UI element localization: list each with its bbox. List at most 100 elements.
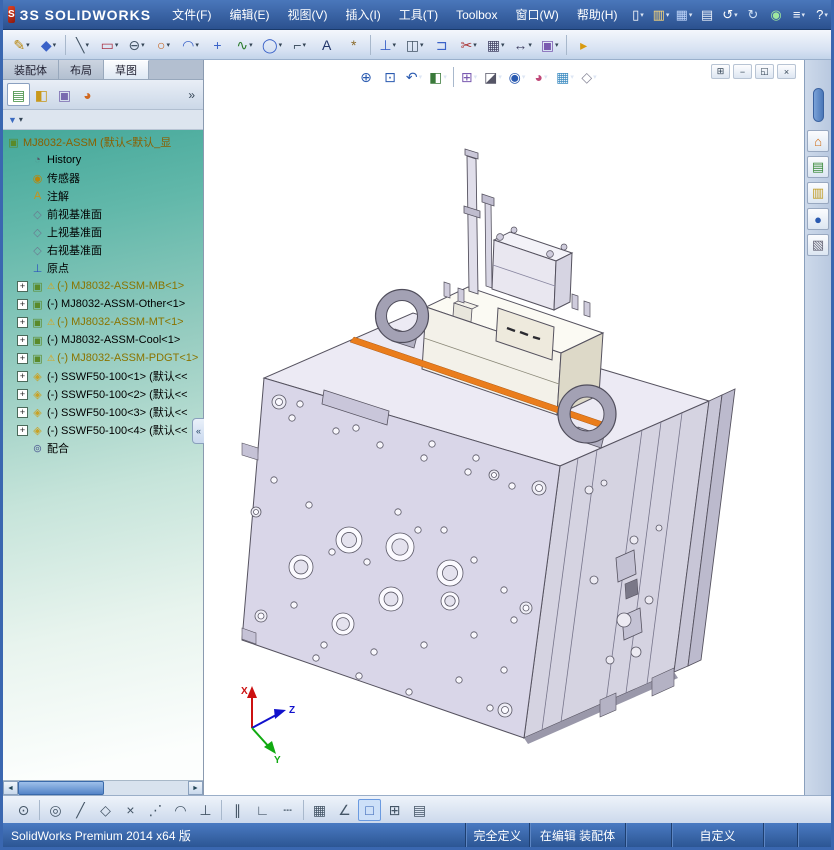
snap-intersection[interactable]: × [119, 799, 142, 821]
tree-item[interactable]: + ▣ (-) MJ8032-ASSM-Cool<1> [3, 331, 203, 349]
smart-dimension-tool[interactable]: ◆ ▾ [36, 33, 61, 57]
trim-entities-tool[interactable]: ✂ ▾ [456, 33, 481, 57]
edit-appearance-button[interactable]: ◕ ▾ [529, 66, 553, 88]
task-pane-handle[interactable] [813, 88, 824, 122]
fillet-tool[interactable]: ⌐ ▾ [287, 33, 312, 57]
expand-icon[interactable]: + [17, 280, 28, 292]
redo-button[interactable]: ↻ [741, 4, 764, 26]
move-entities-tool[interactable]: ↔ ▾ [510, 33, 535, 57]
line-tool[interactable]: ╲ ▾ [70, 33, 95, 57]
make-block-tool[interactable]: ▣ ▾ [537, 33, 562, 57]
tab-装配体[interactable]: 装配体 [3, 60, 59, 79]
tree-item[interactable]: ◇ 右视基准面 [3, 241, 203, 259]
snap-line[interactable]: ╱ [69, 799, 92, 821]
task-pane-resources[interactable]: ● [807, 208, 829, 230]
apply-scene-button[interactable]: ▦ ▾ [553, 66, 577, 88]
task-pane-custom-properties[interactable]: ▧ [807, 234, 829, 256]
expand-icon[interactable]: + [17, 406, 28, 418]
menu-item[interactable]: 插入(I) [336, 0, 389, 29]
snap-tangent[interactable]: ◠ [169, 799, 192, 821]
tree-item[interactable]: ◔ History [3, 151, 203, 169]
menu-item[interactable]: 帮助(H) [568, 0, 627, 29]
expand-icon[interactable]: + [17, 334, 28, 346]
snap-length[interactable]: ┄ [276, 799, 299, 821]
section-view-button[interactable]: ◧ ▾ [426, 66, 450, 88]
model-3d-view[interactable]: X Z Y [204, 60, 804, 795]
snap-center[interactable]: ◎ [44, 799, 67, 821]
view-orientation-button[interactable]: ⊞ ▾ [457, 66, 481, 88]
rectangle-tool[interactable]: ▭ ▾ [97, 33, 122, 57]
app-icon[interactable]: S [8, 6, 15, 23]
circle-tool[interactable]: ○ ▾ [151, 33, 176, 57]
scroll-left-arrow-icon[interactable]: ◄ [3, 781, 18, 795]
entity-table-button[interactable]: ▤ [408, 799, 431, 821]
arc-tool[interactable]: ◠ ▾ [178, 33, 203, 57]
menu-item[interactable]: 工具(T) [390, 0, 447, 29]
hide-show-items-button[interactable]: ◉ ▾ [505, 66, 529, 88]
options-button[interactable]: ≡ ▾ [787, 4, 810, 26]
ellipse-tool[interactable]: ◯ ▾ [259, 33, 285, 57]
save-button[interactable]: ▦ ▾ [672, 4, 695, 26]
menu-item[interactable]: 文件(F) [163, 0, 220, 29]
displaymanager-tab[interactable]: ◕ [76, 83, 99, 106]
print-button[interactable]: ▤ [695, 4, 718, 26]
restore-document-button[interactable]: ◱ [755, 64, 774, 79]
minimize-document-button[interactable]: − [733, 64, 752, 79]
menu-item[interactable]: 窗口(W) [506, 0, 567, 29]
spline-tool[interactable]: ∿ ▾ [232, 33, 257, 57]
expand-icon[interactable]: + [17, 298, 28, 310]
display-style-button[interactable]: ◪ ▾ [481, 66, 505, 88]
shaded-sketch-contours-toggle[interactable]: □ [358, 798, 381, 821]
feature-filter[interactable]: ▼ ▾ [3, 110, 203, 130]
expand-icon[interactable]: + [17, 424, 28, 436]
snap-points[interactable]: ⊙ [12, 799, 35, 821]
expand-icon[interactable]: + [17, 316, 28, 328]
tree-item[interactable]: + ◈ (-) SSWF50-100<1> (默认<< [3, 367, 203, 385]
expand-icon[interactable]: + [17, 352, 28, 364]
snap-angle[interactable]: ∠ [333, 799, 356, 821]
tree-item[interactable]: ◇ 上视基准面 [3, 223, 203, 241]
tree-item[interactable]: + ▣ (-) MJ8032-ASSM-Other<1> [3, 295, 203, 313]
expand-icon[interactable]: + [17, 370, 28, 382]
menu-item[interactable]: Toolbox [447, 0, 506, 29]
menu-item[interactable]: 视图(V) [278, 0, 336, 29]
mirror-entities-tool[interactable]: ◫ ▾ [402, 33, 427, 57]
previous-view-button[interactable]: ↶ ▾ [402, 66, 426, 88]
featuremanager-tree-tab[interactable]: ▤ [7, 83, 30, 106]
task-pane-home[interactable]: ⌂ [807, 130, 829, 152]
tree-item[interactable]: + ◈ (-) SSWF50-100<2> (默认<< [3, 385, 203, 403]
expand-icon[interactable]: + [17, 388, 28, 400]
tree-item[interactable]: ⊚ 配合 [3, 439, 203, 457]
text-tool[interactable]: A [314, 33, 339, 57]
open-document-button[interactable]: ▥ ▾ [649, 4, 672, 26]
tree-item[interactable]: A 注解 [3, 187, 203, 205]
tree-item[interactable]: + ◈ (-) SSWF50-100<4> (默认<< [3, 421, 203, 439]
undo-button[interactable]: ↺ ▾ [718, 4, 741, 26]
tree-item[interactable]: ▣ MJ8032-ASSM (默认<默认_显 [3, 133, 203, 151]
tree-item[interactable]: ◉ 传感器 [3, 169, 203, 187]
task-pane-design-library[interactable]: ▤ [807, 156, 829, 178]
offset-entities-tool[interactable]: ⊐ [429, 33, 454, 57]
tab-布局[interactable]: 布局 [59, 60, 104, 79]
menu-item[interactable]: 编辑(E) [220, 0, 278, 29]
snap-nearest[interactable]: ⋰ [144, 799, 167, 821]
status-custom-button[interactable]: 自定义 [671, 823, 763, 847]
tab-草图[interactable]: 草图 [104, 60, 149, 79]
zoom-to-area-button[interactable]: ⊡ [378, 66, 402, 88]
snap-horizontal-vertical[interactable]: ∟ [251, 799, 274, 821]
scroll-right-arrow-icon[interactable]: ► [188, 781, 203, 795]
zoom-to-fit-button[interactable]: ⊕ [354, 66, 378, 88]
slot-tool[interactable]: ⊖ ▾ [124, 33, 149, 57]
snap-parallel[interactable]: ∥ [226, 799, 249, 821]
help-button[interactable]: ? ▾ [810, 4, 831, 26]
instant2d-toggle[interactable]: ▸ [571, 33, 596, 57]
tree-item[interactable]: ⊥ 原点 [3, 259, 203, 277]
scrollbar-thumb[interactable] [18, 781, 104, 795]
tile-window-button[interactable]: ⊞ [711, 64, 730, 79]
snap-quadrant[interactable]: ◇ [94, 799, 117, 821]
tree-item[interactable]: ◇ 前视基准面 [3, 205, 203, 223]
linear-pattern-tool[interactable]: ▦ ▾ [483, 33, 508, 57]
task-pane-expand-button[interactable]: » [188, 88, 199, 102]
view-settings-button[interactable]: ◇ ▾ [577, 66, 601, 88]
point-tool[interactable]: + [205, 33, 230, 57]
